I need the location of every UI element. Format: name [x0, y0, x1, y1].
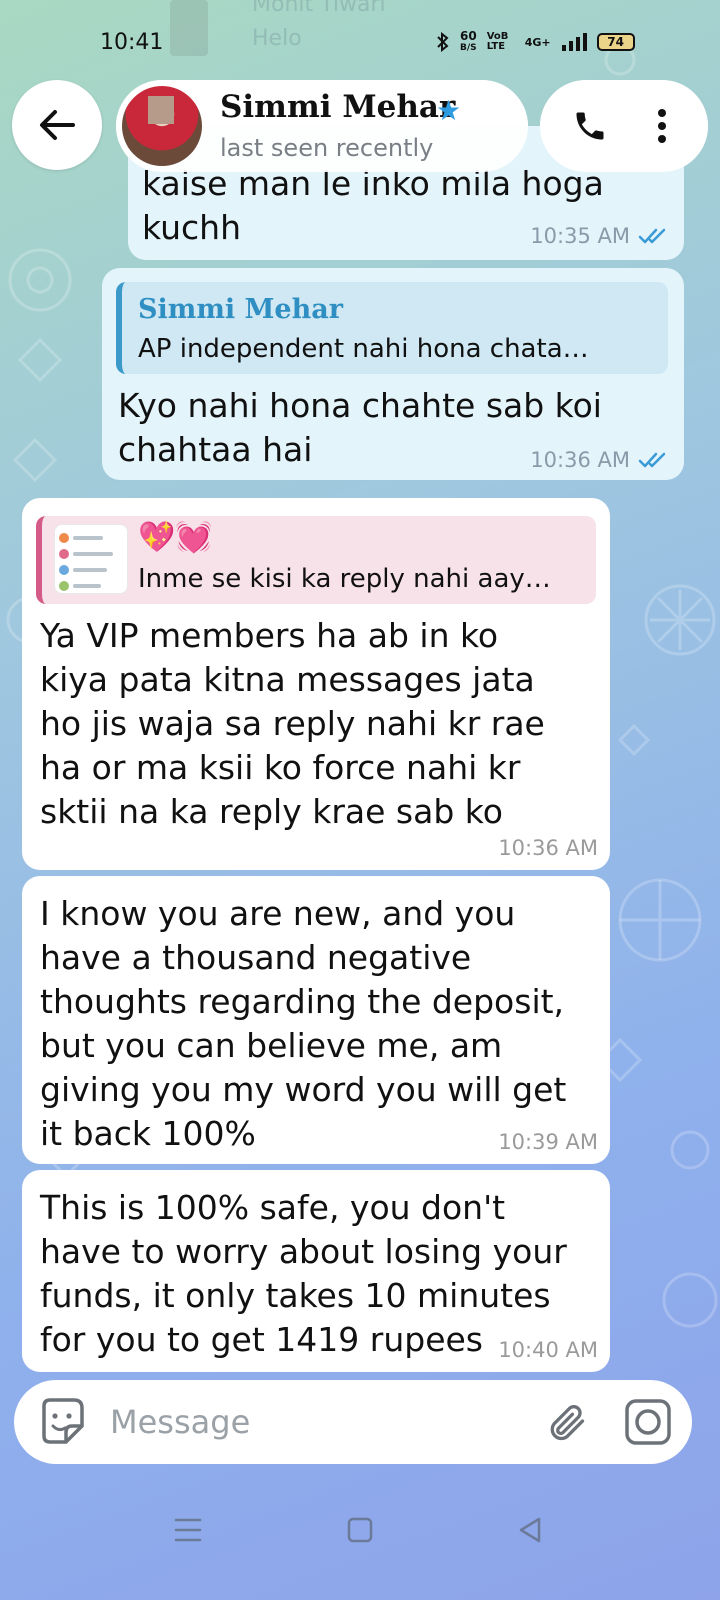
avatar-blur [148, 96, 174, 124]
message-text: Ya VIP members ha ab in ko kiya pata kit… [40, 614, 545, 834]
message-line: thoughts regarding the deposit, [40, 982, 565, 1021]
message-bubble-outgoing[interactable]: Simmi Mehar AP independent nahi hona cha… [102, 268, 684, 480]
last-seen-overlay: last seen recently [220, 134, 434, 162]
system-nav-bar [0, 1490, 720, 1570]
star-icon: ★ [436, 94, 462, 127]
home-button[interactable] [340, 1510, 380, 1550]
camera-button[interactable] [622, 1396, 674, 1448]
battery-indicator: 74 [596, 33, 635, 51]
message-line: ha or ma ksii ko force nahi kr [40, 748, 521, 787]
message-line: it back 100% [40, 1114, 256, 1153]
message-line: kiya pata kitna messages jata [40, 660, 535, 699]
message-line: Kyo nahi hona chahte sab koi [118, 386, 602, 425]
reply-preview: Inme se kisi ka reply nahi aay… [138, 564, 551, 594]
reply-thumbnail [54, 524, 128, 594]
message-time: 10:35 AM [530, 224, 630, 248]
arrow-left-icon [40, 110, 75, 140]
ghost-preview: Helo [252, 26, 302, 51]
message-time: 10:39 AM [498, 1130, 598, 1154]
home-icon [347, 1517, 373, 1543]
message-text: This is 100% safe, you don't have to wor… [40, 1186, 567, 1362]
message-line: have a thousand negative [40, 938, 472, 977]
avatar-overlay [122, 86, 202, 166]
signal-4g-label: 4G+ [524, 35, 551, 49]
camera-icon [625, 1399, 671, 1445]
network-speed-value: 60 [460, 29, 477, 43]
recent-apps-button[interactable] [168, 1510, 208, 1550]
message-meta: 10:35 AM [530, 224, 670, 248]
message-bubble-incoming[interactable]: 💖💓 Inme se kisi ka reply nahi aay… Ya VI… [22, 498, 610, 870]
message-line: giving you my word you will get [40, 1070, 567, 1109]
message-line: sktii na ka reply krae sab ko [40, 792, 503, 831]
status-bar: Mohit Tiwari Helo 10:41 60 B/S VoB LTE 4… [0, 0, 720, 80]
ghost-name: Mohit Tiwari [252, 0, 386, 17]
message-line: for you to get 1419 rupees [40, 1320, 483, 1359]
double-check-icon [638, 452, 666, 468]
message-line: funds, it only takes 10 minutes [40, 1276, 551, 1315]
message-bubble-incoming[interactable]: I know you are new, and you have a thous… [22, 876, 610, 1164]
battery-level: 74 [607, 35, 624, 49]
reply-author: Simmi Mehar [138, 294, 343, 325]
network-speed: 60 B/S [460, 30, 477, 54]
double-check-icon [638, 228, 666, 244]
message-line: kuchh [142, 208, 241, 247]
more-vertical-icon [658, 109, 666, 143]
volte-indicator: VoB LTE [486, 31, 509, 52]
message-meta: 10:36 AM [530, 448, 670, 472]
message-line: have to worry about losing your [40, 1232, 567, 1271]
attach-button[interactable] [540, 1396, 592, 1448]
message-line: I know you are new, and you [40, 894, 516, 933]
message-text: I know you are new, and you have a thous… [40, 892, 566, 1156]
message-line: Ya VIP members ha ab in ko [40, 616, 499, 655]
message-line: This is 100% safe, you don't [40, 1188, 506, 1227]
network-speed-unit: B/S [460, 43, 477, 53]
bluetooth-icon [437, 32, 449, 52]
message-bubble-incoming[interactable]: This is 100% safe, you don't have to wor… [22, 1170, 610, 1372]
more-options-overlay [632, 96, 692, 156]
status-time: 10:41 [100, 30, 164, 55]
signal-icon [561, 33, 587, 51]
status-icons: 60 B/S VoB LTE 4G+ 74 [436, 30, 635, 54]
message-time: 10:36 AM [498, 836, 598, 860]
message-time: 10:36 AM [530, 448, 630, 472]
paperclip-icon [550, 1405, 585, 1441]
reply-emoji: 💖💓 [138, 520, 213, 555]
message-line: chahtaa hai [118, 430, 313, 469]
message-time: 10:40 AM [498, 1338, 598, 1362]
nav-back-button[interactable] [510, 1510, 550, 1550]
message-line: but you can believe me, am [40, 1026, 503, 1065]
emoji-button[interactable] [36, 1396, 88, 1448]
message-meta: 10:36 AM [498, 836, 598, 860]
back-button[interactable] [12, 80, 102, 170]
message-meta: 10:39 AM [498, 1130, 598, 1154]
call-button-overlay [560, 96, 620, 156]
message-meta: 10:40 AM [498, 1338, 598, 1362]
recent-apps-icon [174, 1518, 202, 1542]
reply-preview: AP independent nahi hona chata… [138, 334, 589, 364]
sticker-smile-icon [42, 1398, 84, 1444]
contact-name-overlay: Simmi Mehar [220, 89, 456, 125]
back-triangle-icon [519, 1517, 541, 1543]
reply-quote[interactable]: 💖💓 Inme se kisi ka reply nahi aay… [36, 516, 596, 604]
reply-quote[interactable]: Simmi Mehar AP independent nahi hona cha… [116, 282, 668, 374]
phone-icon [576, 112, 604, 140]
ghost-thumbnail [170, 0, 208, 56]
message-line: ho jis waja sa reply nahi kr rae [40, 704, 545, 743]
message-input[interactable] [110, 1396, 520, 1448]
